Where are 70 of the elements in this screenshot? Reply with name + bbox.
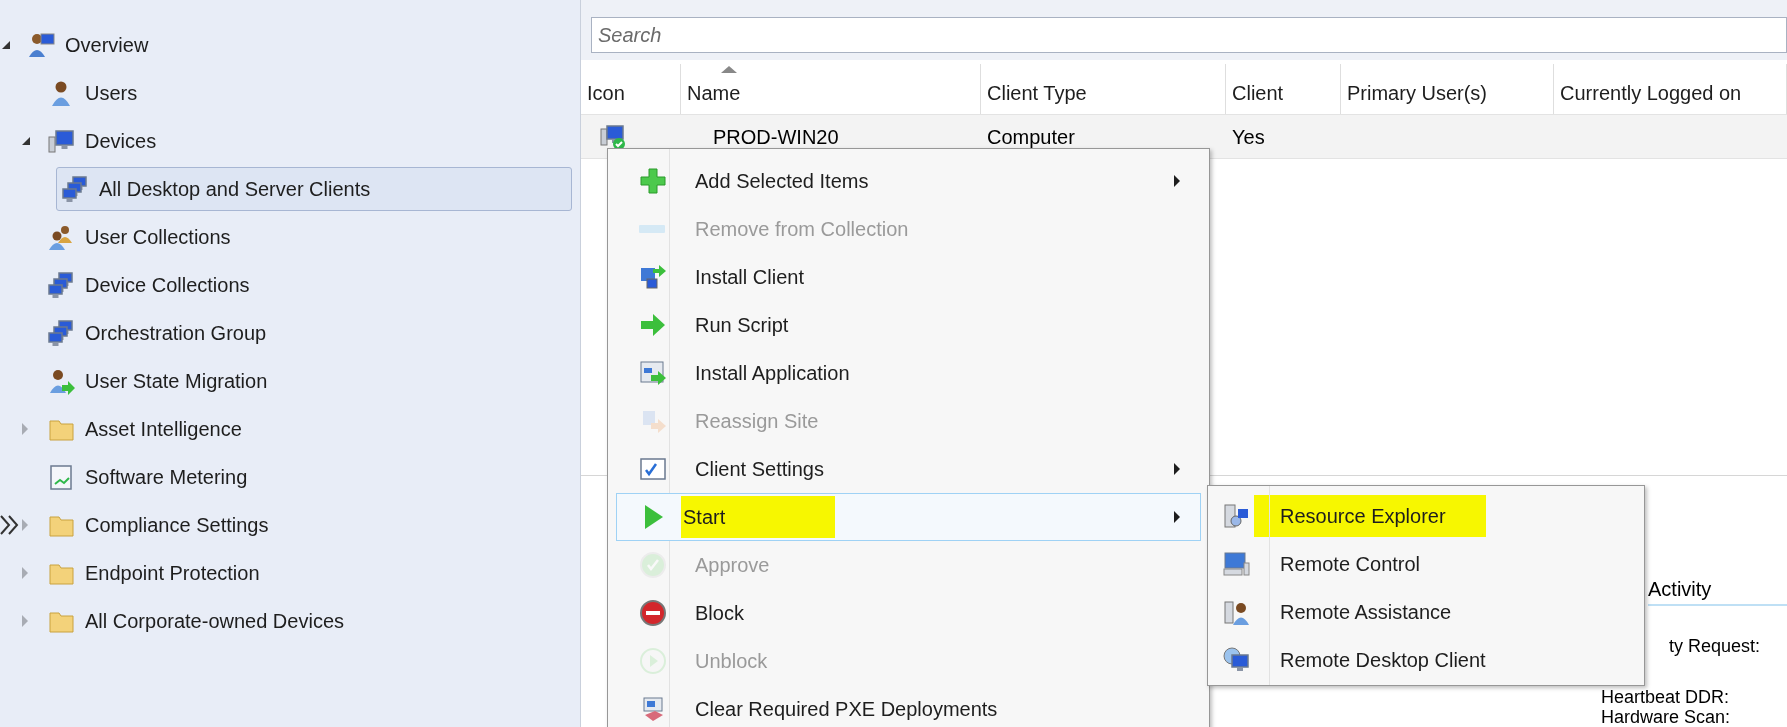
play-circle-icon: [639, 647, 667, 675]
globe-monitor-icon: [1222, 646, 1250, 674]
arrow-icon: [639, 311, 667, 339]
bar-icon: [639, 225, 665, 233]
column-header[interactable]: Icon: [581, 63, 681, 115]
window-arrow-icon: [639, 359, 667, 387]
menu-item[interactable]: Start: [616, 493, 1201, 541]
tree-item[interactable]: All Desktop and Server Clients: [56, 167, 572, 211]
tree-item[interactable]: Asset Intelligence: [42, 407, 251, 451]
search-field[interactable]: Search: [591, 17, 1787, 53]
plus-icon: [639, 167, 667, 195]
chart-document-icon: [47, 463, 75, 491]
collapse-arrow-icon[interactable]: [22, 137, 30, 145]
expand-arrow-icon[interactable]: [22, 519, 28, 531]
menu-item[interactable]: Client Settings: [616, 445, 1201, 493]
user-arrow-icon: [47, 367, 75, 395]
user-server-icon: [1222, 598, 1250, 626]
menu-item[interactable]: Block: [616, 589, 1201, 637]
column-header[interactable]: Currently Logged on: [1554, 63, 1787, 115]
menu-item[interactable]: Add Selected Items: [616, 157, 1201, 205]
tree-item[interactable]: Devices: [42, 119, 166, 163]
expand-arrow-icon[interactable]: [22, 423, 28, 435]
column-header[interactable]: Client Type: [981, 63, 1226, 115]
submenu-arrow-icon: [1174, 175, 1180, 187]
column-header[interactable]: Name: [681, 63, 981, 115]
submenu-arrow-icon: [1174, 511, 1180, 523]
menu-item[interactable]: Clear Required PXE Deployments: [616, 685, 1201, 727]
tree-item[interactable]: All Corporate-owned Devices: [42, 599, 353, 643]
menu-item[interactable]: Remote Assistance: [1208, 588, 1644, 636]
expand-arrow-icon[interactable]: [22, 567, 28, 579]
menu-item[interactable]: Remote Control: [1208, 540, 1644, 588]
tree-item[interactable]: Compliance Settings: [42, 503, 278, 547]
section-heading: Activity: [1648, 578, 1712, 600]
menu-item[interactable]: Remote Desktop Client: [1208, 636, 1644, 684]
submenu-arrow-icon: [1174, 463, 1180, 475]
table-cell-text: Yes: [1231, 124, 1266, 150]
menu-item[interactable]: Install Application: [616, 349, 1201, 397]
computer-arrow-icon: [639, 263, 667, 291]
table-cell-text: Computer: [986, 124, 1076, 150]
user-monitor-icon: [27, 31, 55, 59]
minus-circle-icon: [639, 599, 667, 627]
detail-label: ty Request:: [1669, 636, 1762, 656]
tree-item[interactable]: Software Metering: [42, 455, 257, 499]
detail-label: Heartbeat DDR:: [1601, 687, 1731, 707]
computers-icon: [47, 271, 75, 299]
tree-item[interactable]: Endpoint Protection: [42, 551, 269, 595]
column-header[interactable]: Primary User(s): [1341, 63, 1554, 115]
users-icon: [47, 223, 75, 251]
computers-icon: [47, 319, 75, 347]
detail-label: Hardware Scan:: [1601, 707, 1732, 727]
tree-item[interactable]: Overview: [22, 23, 158, 67]
tree-item[interactable]: User Collections: [42, 215, 240, 259]
tree-item[interactable]: User State Migration: [42, 359, 277, 403]
tree-item[interactable]: Orchestration Group: [42, 311, 276, 355]
column-header[interactable]: Client: [1226, 63, 1341, 115]
computer-icon: [1222, 550, 1250, 578]
double-chevron-icon[interactable]: [0, 513, 20, 537]
table-cell-text: PROD-WIN20: [712, 124, 840, 150]
expand-arrow-icon[interactable]: [22, 615, 28, 627]
menu-item[interactable]: Install Client: [616, 253, 1201, 301]
menu-item[interactable]: Resource Explorer: [1208, 492, 1644, 540]
tree-item[interactable]: Device Collections: [42, 263, 259, 307]
server-icon: [1222, 502, 1250, 530]
computers-icon: [61, 175, 89, 203]
menu-item[interactable]: Run Script: [616, 301, 1201, 349]
tree-item[interactable]: Users: [42, 71, 147, 115]
checkbox-icon: [639, 455, 667, 483]
computer-icon: [47, 127, 75, 155]
check-circle-icon: [639, 551, 667, 579]
collapse-arrow-icon[interactable]: [2, 41, 10, 49]
